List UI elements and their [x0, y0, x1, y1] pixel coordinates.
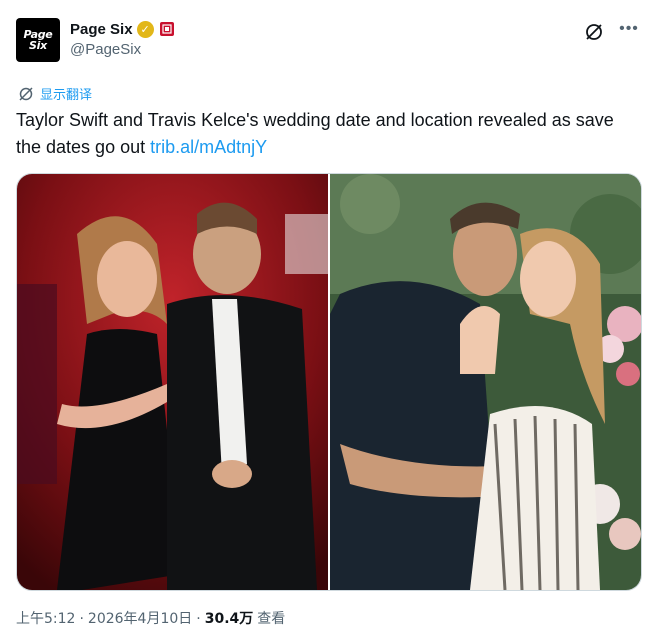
- avatar-text-line2: Six: [29, 39, 47, 52]
- meta-separator: ·: [79, 611, 84, 627]
- avatar[interactable]: Page Six: [16, 18, 60, 62]
- verified-badge-icon[interactable]: ✓: [136, 20, 154, 38]
- grok-icon[interactable]: [584, 22, 604, 42]
- meta-separator-2: ·: [196, 611, 201, 627]
- media-grid: [16, 173, 642, 591]
- tweet-header: Page Six Page Six ✓ @PageSix •••: [16, 16, 644, 64]
- translate-icon: [19, 86, 33, 101]
- author-display-name[interactable]: Page Six: [70, 21, 133, 38]
- translate-label[interactable]: 显示翻译: [40, 84, 92, 103]
- views-label: 查看: [257, 611, 286, 627]
- photo-right-image: [330, 174, 641, 590]
- affiliate-logo-icon: [161, 24, 172, 34]
- tweet-link[interactable]: trib.al/mAdtnjY: [150, 137, 267, 157]
- tweet-meta: 上午5:12 · 2026年4月10日 · 30.4万 查看: [16, 608, 285, 628]
- tweet-body: Taylor Swift and Travis Kelce's wedding …: [16, 110, 614, 157]
- translate-row[interactable]: 显示翻译: [18, 84, 92, 103]
- photo-left[interactable]: [17, 174, 328, 590]
- author-handle[interactable]: @PageSix: [70, 41, 174, 58]
- affiliate-badge-icon[interactable]: [159, 22, 174, 36]
- author-info: Page Six ✓ @PageSix: [70, 19, 174, 58]
- photo-right[interactable]: [330, 174, 641, 590]
- photo-left-image: [17, 174, 328, 590]
- tweet-time[interactable]: 上午5:12: [16, 608, 75, 628]
- tweet-text: Taylor Swift and Travis Kelce's wedding …: [16, 107, 636, 161]
- author-name-row: Page Six ✓: [70, 19, 174, 39]
- tweet-date[interactable]: 2026年4月10日: [88, 608, 192, 628]
- more-icon[interactable]: •••: [618, 21, 640, 42]
- views-count: 30.4万: [204, 611, 254, 627]
